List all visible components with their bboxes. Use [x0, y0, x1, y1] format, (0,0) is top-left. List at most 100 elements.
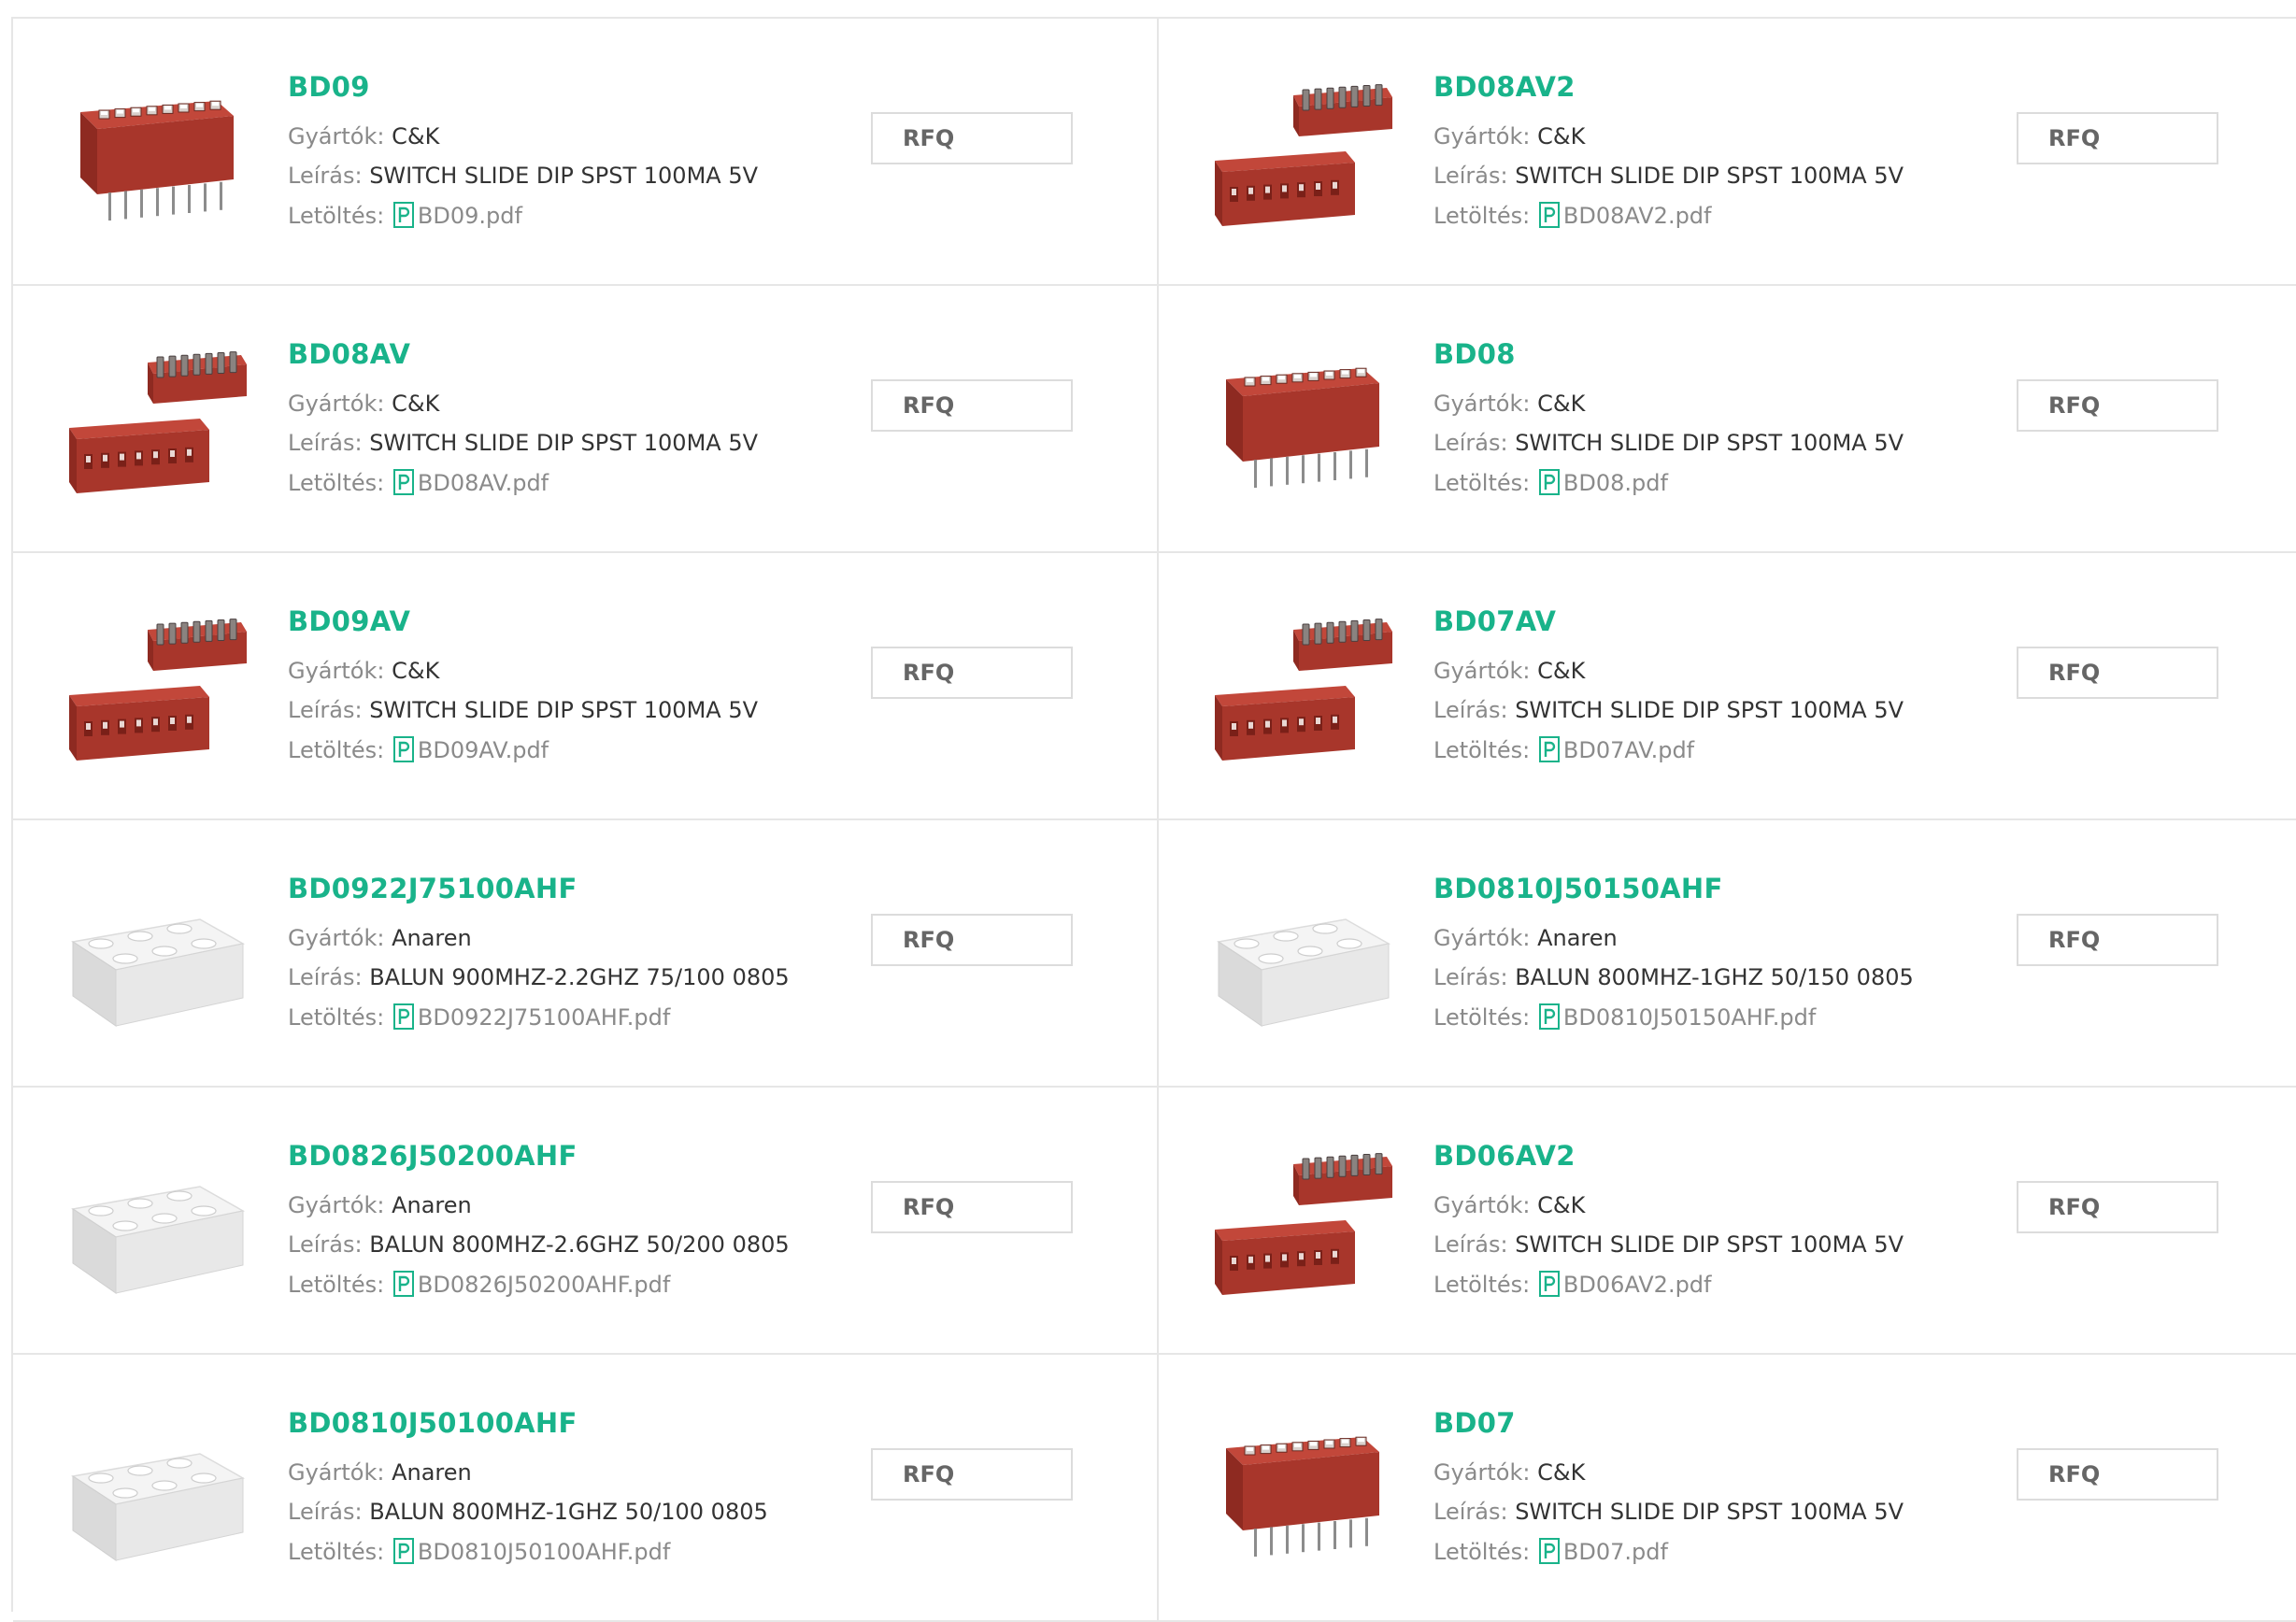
pdf-icon[interactable] — [1538, 469, 1560, 495]
description-label: Leírás: — [288, 697, 363, 723]
pdf-icon[interactable] — [1538, 1003, 1560, 1030]
pdf-icon[interactable] — [392, 736, 414, 762]
download-row: Letöltés: BD0810J50150AHF.pdf — [1433, 1003, 1816, 1031]
part-number-link[interactable]: BD0810J50150AHF — [1433, 873, 1723, 904]
dip-switch-pair-icon — [1205, 56, 1402, 252]
datasheet-link[interactable]: BD0810J50100AHF.pdf — [418, 1539, 670, 1565]
part-number-link[interactable]: BD07 — [1433, 1407, 1516, 1439]
product-image[interactable] — [60, 590, 256, 787]
part-number-link[interactable]: BD07AV — [1433, 605, 1556, 637]
part-number-link[interactable]: BD0826J50200AHF — [288, 1140, 578, 1172]
manufacturer-row: Gyártók: C&K — [1433, 391, 1585, 417]
description-row: Leírás: SWITCH SLIDE DIP SPST 100MA 5V — [1433, 430, 1904, 456]
description-row: Leírás: SWITCH SLIDE DIP SPST 100MA 5V — [1433, 697, 1904, 723]
pdf-icon[interactable] — [392, 1003, 414, 1030]
datasheet-link[interactable]: BD07.pdf — [1563, 1539, 1668, 1565]
product-image[interactable] — [60, 56, 256, 252]
product-image[interactable] — [1205, 56, 1402, 252]
description-value: BALUN 800MHZ-2.6GHZ 50/200 0805 — [369, 1231, 790, 1258]
description-label: Leírás: — [1433, 430, 1508, 456]
part-number-link[interactable]: BD09AV — [288, 605, 410, 637]
manufacturer-label: Gyártók: — [288, 658, 385, 684]
rfq-button[interactable]: RFQ — [871, 112, 1073, 164]
description-label: Leírás: — [1433, 1231, 1508, 1258]
manufacturer-row: Gyártók: C&K — [1433, 123, 1585, 149]
product-image[interactable] — [1205, 323, 1402, 519]
part-number-link[interactable]: BD09 — [288, 71, 370, 103]
product-image[interactable] — [1205, 858, 1402, 1054]
manufacturer-label: Gyártók: — [1433, 391, 1531, 417]
rfq-button[interactable]: RFQ — [871, 1448, 1073, 1501]
download-label: Letöltés: — [288, 1539, 385, 1565]
manufacturer-row: Gyártók: C&K — [288, 391, 439, 417]
datasheet-link[interactable]: BD07AV.pdf — [1563, 737, 1694, 763]
datasheet-link[interactable]: BD09AV.pdf — [418, 737, 549, 763]
description-label: Leírás: — [1433, 697, 1508, 723]
manufacturer-value: C&K — [1537, 123, 1586, 149]
datasheet-link[interactable]: BD0826J50200AHF.pdf — [418, 1272, 670, 1298]
pdf-icon[interactable] — [1538, 1538, 1560, 1564]
description-value: SWITCH SLIDE DIP SPST 100MA 5V — [1515, 697, 1904, 723]
pdf-icon[interactable] — [392, 202, 414, 228]
product-card: BD08AV2 Gyártók: C&K Leírás: SWITCH SLIDE … — [1159, 19, 2296, 286]
part-number-link[interactable]: BD08AV — [288, 338, 410, 370]
manufacturer-value: C&K — [392, 391, 440, 417]
product-card: BD0922J75100AHF Gyártók: Anaren Leírás: BA… — [13, 820, 1159, 1088]
product-image[interactable] — [60, 1392, 256, 1588]
datasheet-link[interactable]: BD0810J50150AHF.pdf — [1563, 1004, 1816, 1031]
datasheet-link[interactable]: BD08AV.pdf — [418, 470, 549, 496]
download-label: Letöltés: — [1433, 1272, 1531, 1298]
datasheet-link[interactable]: BD09.pdf — [418, 203, 522, 229]
balun-chip-icon — [60, 1392, 256, 1588]
download-label: Letöltés: — [288, 737, 385, 763]
part-number-link[interactable]: BD0922J75100AHF — [288, 873, 578, 904]
rfq-button[interactable]: RFQ — [2017, 647, 2218, 699]
dip-switch-pair-icon — [60, 323, 256, 519]
product-image[interactable] — [60, 1125, 256, 1321]
pdf-icon[interactable] — [392, 1538, 414, 1564]
part-number-link[interactable]: BD08AV2 — [1433, 71, 1576, 103]
download-row: Letöltés: BD0826J50200AHF.pdf — [288, 1271, 670, 1298]
product-image[interactable] — [1205, 1392, 1402, 1588]
rfq-button[interactable]: RFQ — [871, 647, 1073, 699]
manufacturer-row: Gyártók: C&K — [288, 658, 439, 684]
pdf-icon[interactable] — [392, 1271, 414, 1297]
pdf-icon[interactable] — [1538, 202, 1560, 228]
rfq-button[interactable]: RFQ — [2017, 914, 2218, 966]
datasheet-link[interactable]: BD0922J75100AHF.pdf — [418, 1004, 670, 1031]
rfq-button[interactable]: RFQ — [2017, 379, 2218, 432]
rfq-button[interactable]: RFQ — [2017, 1448, 2218, 1501]
description-value: SWITCH SLIDE DIP SPST 100MA 5V — [1515, 1499, 1904, 1525]
rfq-button[interactable]: RFQ — [871, 1181, 1073, 1233]
part-number-link[interactable]: BD08 — [1433, 338, 1516, 370]
product-image[interactable] — [60, 323, 256, 519]
product-image[interactable] — [60, 858, 256, 1054]
download-row: Letöltés: BD0922J75100AHF.pdf — [288, 1003, 670, 1031]
description-label: Leírás: — [288, 430, 363, 456]
product-card: BD0810J50150AHF Gyártók: Anaren Leírás: BA… — [1159, 820, 2296, 1088]
description-row: Leírás: BALUN 800MHZ-2.6GHZ 50/200 0805 — [288, 1231, 790, 1258]
description-row: Leírás: SWITCH SLIDE DIP SPST 100MA 5V — [288, 163, 758, 189]
datasheet-link[interactable]: BD08AV2.pdf — [1563, 203, 1712, 229]
rfq-button[interactable]: RFQ — [2017, 1181, 2218, 1233]
rfq-button[interactable]: RFQ — [871, 914, 1073, 966]
product-image[interactable] — [1205, 1125, 1402, 1321]
product-image[interactable] — [1205, 590, 1402, 787]
part-number-link[interactable]: BD06AV2 — [1433, 1140, 1576, 1172]
description-value: BALUN 800MHZ-1GHZ 50/150 0805 — [1515, 964, 1914, 990]
description-row: Leírás: SWITCH SLIDE DIP SPST 100MA 5V — [288, 697, 758, 723]
datasheet-link[interactable]: BD06AV2.pdf — [1563, 1272, 1712, 1298]
manufacturer-value: C&K — [392, 123, 440, 149]
download-label: Letöltés: — [1433, 470, 1531, 496]
download-row: Letöltés: BD07.pdf — [1433, 1538, 1668, 1565]
pdf-icon[interactable] — [1538, 1271, 1560, 1297]
manufacturer-value: Anaren — [1537, 925, 1618, 951]
rfq-button[interactable]: RFQ — [2017, 112, 2218, 164]
part-number-link[interactable]: BD0810J50100AHF — [288, 1407, 578, 1439]
dip-switch-icon — [60, 56, 256, 252]
rfq-button[interactable]: RFQ — [871, 379, 1073, 432]
pdf-icon[interactable] — [392, 469, 414, 495]
datasheet-link[interactable]: BD08.pdf — [1563, 470, 1668, 496]
pdf-icon[interactable] — [1538, 736, 1560, 762]
dip-switch-pair-icon — [60, 590, 256, 787]
